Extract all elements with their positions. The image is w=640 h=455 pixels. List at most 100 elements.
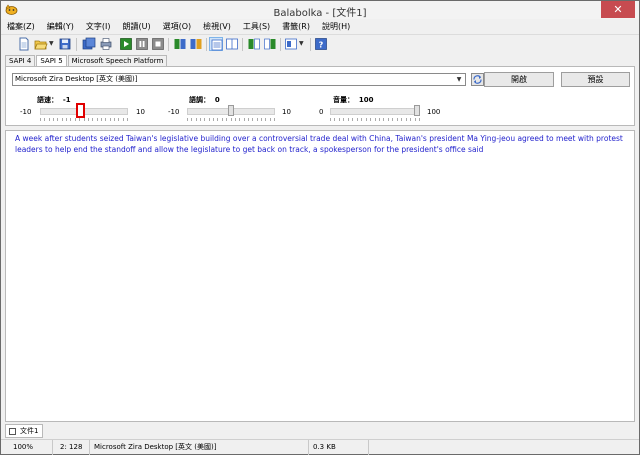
prev-bookmark-icon[interactable] xyxy=(173,37,187,51)
next-bookmark-icon[interactable] xyxy=(189,37,203,51)
slider-tick xyxy=(357,118,358,121)
slider-tick xyxy=(334,118,335,121)
volume-slider-thumb[interactable] xyxy=(414,105,420,116)
slider-tick xyxy=(348,118,349,121)
slider-tick xyxy=(110,118,111,121)
status-bar: 100% 2: 128 Microsoft Zira Desktop [英文 (… xyxy=(1,439,639,455)
save-icon[interactable] xyxy=(58,37,72,51)
voice-select[interactable]: Microsoft Zira Desktop [英文 (美國)] ▼ xyxy=(12,73,466,86)
slider-tick xyxy=(226,118,227,121)
editor-text[interactable]: A week after students seized Taiwan's le… xyxy=(15,133,627,155)
slider-tick xyxy=(187,118,188,121)
slider-tick xyxy=(62,118,63,121)
slider-tick xyxy=(379,118,380,121)
toolbar-separator xyxy=(76,38,77,51)
tab-document-1[interactable]: 文件1 xyxy=(5,424,44,438)
pitch-max-label: 10 xyxy=(282,108,291,116)
toolbar-separator xyxy=(280,38,281,51)
clipboard-icon[interactable] xyxy=(263,37,277,51)
print-icon[interactable] xyxy=(99,37,113,51)
defaults-button[interactable]: 預設 xyxy=(561,72,630,87)
document-icon xyxy=(9,428,16,435)
pitch-label: 語調： 0 xyxy=(189,96,220,104)
stop-icon[interactable] xyxy=(151,37,165,51)
menu-tools[interactable]: 工具(S) xyxy=(237,19,276,34)
pause-icon[interactable] xyxy=(135,37,149,51)
toolbar-separator xyxy=(206,38,207,51)
pitch-slider-thumb[interactable] xyxy=(228,105,234,116)
help-icon[interactable]: ? xyxy=(314,37,328,51)
slider-tick xyxy=(375,118,376,121)
rate-value: -1 xyxy=(62,96,71,104)
spell-icon[interactable] xyxy=(247,37,261,51)
voice-settings-dropdown-icon[interactable]: ▼ xyxy=(299,41,304,47)
rate-slider-ticks xyxy=(40,118,128,121)
play-icon[interactable] xyxy=(119,37,133,51)
slider-tick xyxy=(415,118,416,121)
slider-tick xyxy=(261,118,262,121)
slider-tick xyxy=(222,118,223,121)
pitch-slider-ticks xyxy=(187,118,275,121)
chevron-down-icon[interactable]: ▼ xyxy=(454,75,464,84)
slider-tick xyxy=(200,118,201,121)
slider-tick xyxy=(105,118,106,121)
rate-label: 語速： -1 xyxy=(37,96,71,104)
slider-tick xyxy=(352,118,353,121)
text-editor[interactable]: A week after students seized Taiwan's le… xyxy=(5,130,635,422)
title-bar[interactable]: Balabolka - [文件1] ✕ xyxy=(1,1,639,19)
slider-tick xyxy=(123,118,124,121)
slider-tick xyxy=(213,118,214,121)
slider-tick xyxy=(191,118,192,121)
menu-file[interactable]: 檔案(Z) xyxy=(1,19,41,34)
menu-bookmarks[interactable]: 書籤(R) xyxy=(276,19,316,34)
open-voice-button[interactable]: 開啟 xyxy=(484,72,554,87)
refresh-voices-button[interactable] xyxy=(471,73,484,86)
slider-tick xyxy=(97,118,98,121)
slider-tick xyxy=(388,118,389,121)
rate-slider-thumb[interactable] xyxy=(75,103,85,118)
close-window-button[interactable]: ✕ xyxy=(601,1,635,18)
text-view-icon[interactable] xyxy=(209,37,223,51)
new-file-icon[interactable] xyxy=(17,37,31,51)
rate-max-label: 10 xyxy=(136,108,145,116)
batch-icon[interactable] xyxy=(82,37,96,51)
slider-tick xyxy=(204,118,205,121)
pitch-min-label: -10 xyxy=(168,108,180,116)
split-view-icon[interactable] xyxy=(225,37,239,51)
open-dropdown-arrow-icon[interactable]: ▼ xyxy=(49,41,54,47)
menu-edit[interactable]: 編輯(Y) xyxy=(41,19,80,34)
menu-options[interactable]: 選項(O) xyxy=(157,19,198,34)
volume-slider-track[interactable] xyxy=(330,108,420,115)
slider-tick xyxy=(252,118,253,121)
slider-tick xyxy=(239,118,240,121)
slider-tick xyxy=(370,118,371,121)
svg-text:?: ? xyxy=(319,41,324,50)
slider-tick xyxy=(361,118,362,121)
slider-tick xyxy=(392,118,393,121)
slider-tick xyxy=(70,118,71,121)
app-window: Balabolka - [文件1] ✕ 檔案(Z) 編輯(Y) 文字(I) 朗讀… xyxy=(0,0,640,455)
status-size: 0.3 KB xyxy=(309,440,369,455)
slider-tick xyxy=(92,118,93,121)
refresh-icon xyxy=(473,75,482,84)
slider-tick xyxy=(248,118,249,121)
menu-speech[interactable]: 朗讀(U) xyxy=(116,19,156,34)
status-zoom: 100% xyxy=(9,440,53,455)
status-position: 2: 128 xyxy=(56,440,90,455)
slider-tick xyxy=(397,118,398,121)
menu-view[interactable]: 檢視(V) xyxy=(197,19,237,34)
voice-select-value: Microsoft Zira Desktop [英文 (美國)] xyxy=(15,75,138,83)
slider-tick xyxy=(66,118,67,121)
menu-text[interactable]: 文字(I) xyxy=(80,19,117,34)
open-folder-icon[interactable] xyxy=(34,37,48,51)
voice-settings-icon[interactable] xyxy=(284,37,298,51)
menu-help[interactable]: 說明(H) xyxy=(316,19,356,34)
toolbar-separator xyxy=(242,38,243,51)
document-tabs: 文件1 xyxy=(5,424,635,438)
toolbar-separator xyxy=(310,38,311,51)
slider-tick xyxy=(410,118,411,121)
menu-bar: 檔案(Z) 編輯(Y) 文字(I) 朗讀(U) 選項(O) 檢視(V) 工具(S… xyxy=(1,19,639,34)
slider-tick xyxy=(406,118,407,121)
slider-tick xyxy=(53,118,54,121)
window-title: Balabolka - [文件1] xyxy=(273,8,367,19)
